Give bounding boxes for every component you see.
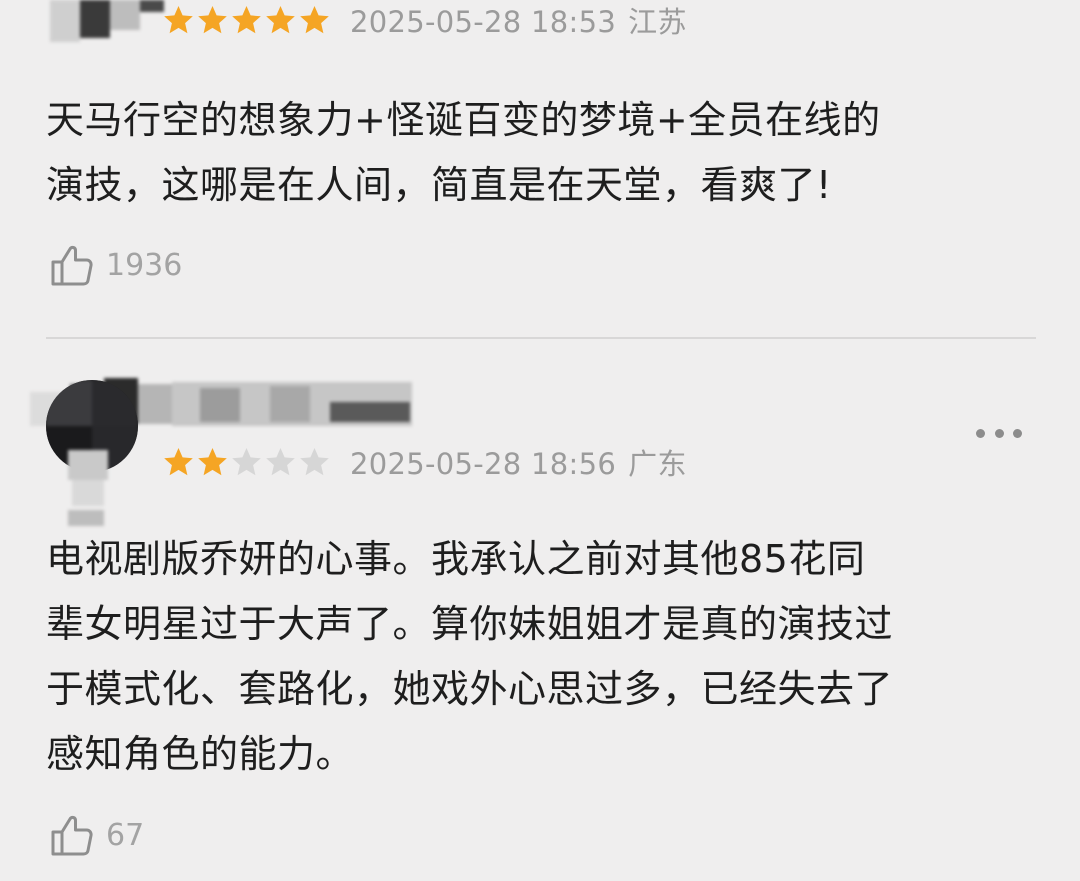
review-meta-text: 2025-05-28 18:56 广东 bbox=[350, 441, 699, 483]
rating-stars bbox=[162, 442, 332, 482]
star-icon bbox=[300, 447, 329, 475]
like-button[interactable]: 67 bbox=[48, 810, 144, 860]
review-text: 电视剧版乔妍的心事。我承认之前对其他85花同 辈女明星过于大声了。算你妹姐姐才是… bbox=[46, 537, 894, 776]
username-blurred bbox=[40, 0, 170, 48]
like-count: 1936 bbox=[106, 247, 183, 283]
like-button[interactable]: 1936 bbox=[48, 240, 182, 290]
star-icon bbox=[232, 5, 261, 33]
review-text: 天马行空的想象力+怪诞百变的梦境+全员在线的 演技，这哪是在人间，简直是在天堂，… bbox=[46, 98, 881, 207]
star-icon bbox=[266, 5, 295, 33]
star-icon bbox=[198, 5, 227, 33]
review-meta: 2025-05-28 18:53 江苏 bbox=[162, 0, 699, 40]
avatar-badge-blurred bbox=[68, 450, 112, 530]
review-meta-text: 2025-05-28 18:53 江苏 bbox=[350, 0, 699, 41]
star-icon bbox=[232, 447, 261, 475]
review-location: 江苏 bbox=[628, 5, 687, 39]
more-dots-icon bbox=[976, 428, 985, 438]
star-icon bbox=[266, 447, 295, 475]
divider bbox=[46, 337, 1036, 339]
review-item: 2025-05-28 18:56 广东 电视剧版乔妍的心事。我承认之前对其他85花… bbox=[0, 340, 1080, 881]
thumbs-up-icon bbox=[51, 245, 93, 286]
star-icon bbox=[198, 447, 227, 475]
thumbs-up-icon bbox=[51, 815, 93, 856]
star-icon bbox=[300, 5, 329, 33]
review-location: 广东 bbox=[628, 447, 687, 481]
star-icon bbox=[164, 5, 193, 33]
rating-stars bbox=[162, 0, 332, 40]
review-date: 2025-05-28 18:56 bbox=[350, 447, 617, 481]
like-count: 67 bbox=[106, 817, 145, 853]
more-options-button[interactable] bbox=[976, 422, 1022, 444]
star-icon bbox=[164, 447, 193, 475]
review-item: 2025-05-28 18:53 江苏 天马行空的想象力+怪诞百变的梦境+全员在线… bbox=[0, 0, 1080, 330]
review-meta: 2025-05-28 18:56 广东 bbox=[162, 442, 699, 482]
review-date: 2025-05-28 18:53 bbox=[350, 5, 617, 39]
